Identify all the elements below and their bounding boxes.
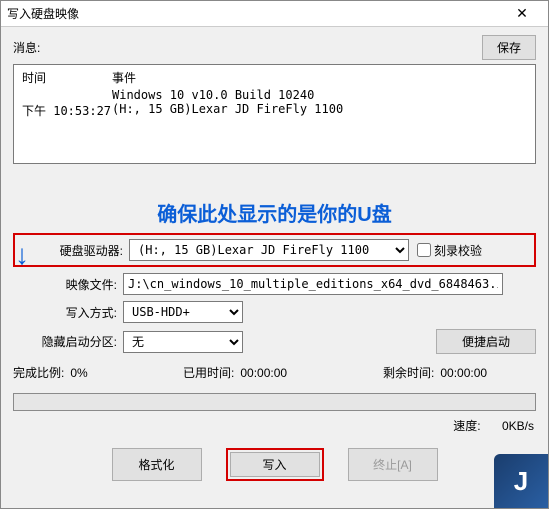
speed-label: 速度: — [453, 419, 480, 433]
annotation-arrow-icon: ↓ — [15, 241, 29, 269]
drive-highlight: 硬盘驱动器: (H:, 15 GB)Lexar JD FireFly 1100 … — [13, 233, 536, 267]
convenient-boot-button[interactable]: 便捷启动 — [436, 329, 536, 354]
log-event: (H:, 15 GB)Lexar JD FireFly 1100 — [112, 102, 343, 119]
brand-badge-icon: J — [494, 454, 548, 508]
titlebar: 写入硬盘映像 ✕ — [1, 1, 548, 27]
log-header-event: 事件 — [112, 69, 136, 86]
verify-checkbox-wrap[interactable]: 刻录校验 — [417, 242, 482, 259]
percent-label: 完成比例: — [13, 364, 64, 381]
write-mode-select[interactable]: USB-HDD+ — [123, 301, 243, 323]
dialog-window: 写入硬盘映像 ✕ 消息: 保存 时间 事件 Windows 10 v10.0 B… — [0, 0, 549, 509]
image-label: 映像文件: — [13, 276, 123, 293]
log-row: 下午 10:53:27 (H:, 15 GB)Lexar JD FireFly … — [22, 102, 527, 119]
log-row: Windows 10 v10.0 Build 10240 — [22, 88, 527, 102]
progress-bar — [13, 393, 536, 411]
message-label: 消息: — [13, 39, 40, 56]
image-file-input[interactable] — [123, 273, 503, 295]
write-button[interactable]: 写入 — [230, 452, 320, 477]
remaining-label: 剩余时间: — [383, 364, 434, 381]
verify-label: 刻录校验 — [434, 242, 482, 259]
log-list[interactable]: 时间 事件 Windows 10 v10.0 Build 10240 下午 10… — [13, 64, 536, 164]
speed-value: 0KB/s — [502, 419, 534, 433]
window-title: 写入硬盘映像 — [7, 5, 79, 22]
verify-checkbox[interactable] — [417, 243, 431, 257]
log-time — [22, 88, 112, 102]
write-mode-label: 写入方式: — [13, 304, 123, 321]
action-row: 格式化 写入 终止[A] — [13, 448, 536, 481]
annotation-text: 确保此处显示的是你的U盘 — [13, 198, 536, 227]
format-button[interactable]: 格式化 — [112, 448, 202, 481]
hidden-partition-label: 隐藏启动分区: — [13, 333, 123, 350]
hidden-partition-select[interactable]: 无 — [123, 331, 243, 353]
log-event: Windows 10 v10.0 Build 10240 — [112, 88, 314, 102]
elapsed-label: 已用时间: — [183, 364, 234, 381]
stats-row: 完成比例: 0% 已用时间: 00:00:00 剩余时间: 00:00:00 — [13, 364, 536, 381]
log-header: 时间 事件 — [22, 69, 527, 86]
dialog-content: 消息: 保存 时间 事件 Windows 10 v10.0 Build 1024… — [1, 27, 548, 508]
log-time: 下午 10:53:27 — [22, 102, 112, 119]
write-highlight: 写入 — [226, 448, 324, 481]
remaining-value: 00:00:00 — [440, 366, 487, 380]
close-icon[interactable]: ✕ — [502, 5, 542, 22]
speed-row: 速度: 0KB/s — [13, 417, 534, 434]
percent-value: 0% — [70, 366, 87, 380]
abort-button[interactable]: 终止[A] — [348, 448, 438, 481]
drive-label: 硬盘驱动器: — [19, 242, 129, 259]
elapsed-value: 00:00:00 — [240, 366, 287, 380]
save-button[interactable]: 保存 — [482, 35, 536, 60]
form-area: 硬盘驱动器: (H:, 15 GB)Lexar JD FireFly 1100 … — [13, 233, 536, 481]
log-header-time: 时间 — [22, 69, 112, 86]
message-row: 消息: 保存 — [13, 35, 536, 60]
drive-select[interactable]: (H:, 15 GB)Lexar JD FireFly 1100 — [129, 239, 409, 261]
progress-wrap — [13, 393, 536, 411]
